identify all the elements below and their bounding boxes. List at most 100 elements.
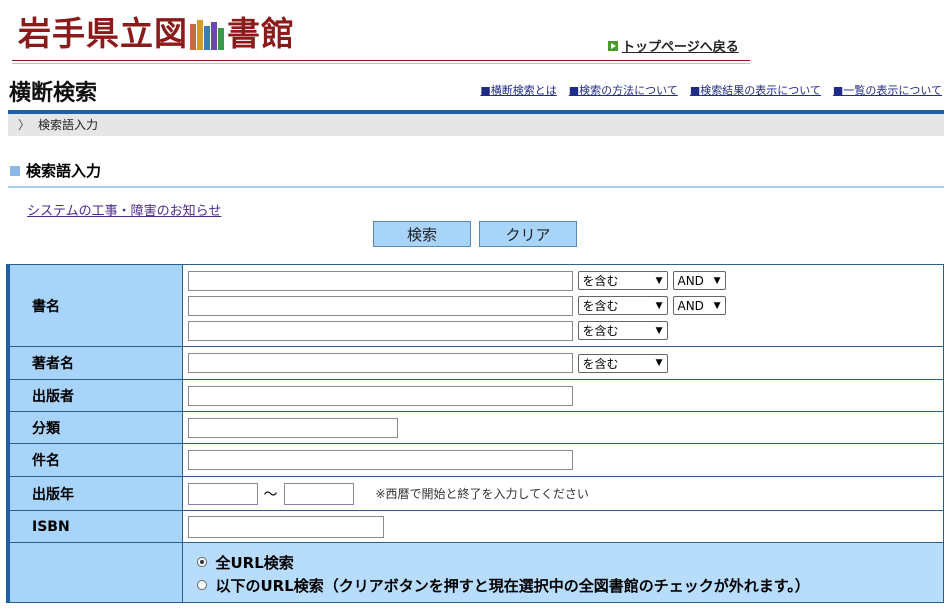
publisher-input[interactable] (187, 385, 573, 406)
title-op-select-1-value: AND (677, 273, 704, 288)
header-divider (12, 60, 750, 61)
title-line-3: を含む ▼ (187, 318, 944, 343)
title-op-select-1[interactable]: AND ▼ (672, 271, 726, 290)
top-page-link-label: トップページへ戻る (622, 40, 739, 55)
form-row-author: 著者名 を含む ▼ (6, 346, 944, 380)
help-links: ■横断検索とは ■検索の方法について ■検索結果の表示について ■一覧の表示につ… (480, 82, 942, 98)
page-title: 横断検索 (9, 81, 98, 106)
form-row-year: 出版年 〜 ※西暦で開始と終了を入力してください (6, 476, 944, 511)
maintenance-notice-link[interactable]: システムの工事・障害のお知らせ (27, 200, 221, 219)
year-hint: ※西暦で開始と終了を入力してください (375, 487, 589, 501)
link-search-method[interactable]: ■検索の方法について (569, 82, 678, 98)
square-bullet-icon: ■ (568, 84, 580, 97)
title-match-select-3-value: を含む (582, 324, 619, 338)
books-icon (190, 16, 225, 50)
breadcrumb: 〉検索語入力 (8, 114, 944, 136)
title-line-1: を含む ▼ AND ▼ (187, 268, 944, 293)
link-results-display-label: 検索結果の表示について (700, 84, 821, 97)
classification-fields (181, 411, 944, 444)
url-option-selected[interactable]: 以下のURL検索（クリアボタンを押すと現在選択中の全図書館のチェックが外れます。… (196, 574, 944, 597)
year-line: 〜 ※西暦で開始と終了を入力してください (187, 481, 944, 506)
square-bullet-icon: ■ (689, 84, 701, 97)
square-bullet-icon (10, 165, 20, 176)
title-input-2[interactable] (187, 295, 573, 316)
link-about-cross-search-label: 横断検索とは (490, 84, 557, 97)
logo-text-part1: 岩手 (18, 14, 86, 53)
form-row-publisher: 出版者 (6, 379, 944, 412)
breadcrumb-current: 検索語入力 (38, 118, 99, 132)
title-input-3[interactable] (187, 320, 573, 341)
publisher-fields (181, 379, 944, 412)
clear-button[interactable]: クリア (479, 221, 577, 247)
title-row: 横断検索 ■横断検索とは ■検索の方法について ■検索結果の表示について ■一覧… (0, 70, 946, 108)
author-fields: を含む ▼ (181, 346, 944, 380)
section-heading-label: 検索語入力 (26, 162, 102, 180)
subject-label: 件名 (6, 443, 183, 477)
title-fields: を含む ▼ AND ▼ を含む ▼ AND ▼ を含む ▼ (181, 264, 944, 347)
chevron-down-icon: ▼ (713, 300, 721, 311)
classification-input[interactable] (187, 417, 398, 438)
link-list-display-label: 一覧の表示について (843, 84, 942, 97)
year-range-tilde: 〜 (263, 486, 278, 503)
link-about-cross-search[interactable]: ■横断検索とは (480, 82, 556, 98)
arrow-right-icon (608, 40, 618, 51)
chevron-down-icon: ▼ (655, 275, 663, 286)
url-option-selected-label: 以下のURL検索（クリアボタンを押すと現在選択中の全図書館のチェックが外れます。… (215, 576, 810, 595)
search-form-table: 書名 を含む ▼ AND ▼ を含む ▼ AND ▼ を含む ▼ 著者名 を含む ▼ (6, 264, 944, 603)
classification-label: 分類 (6, 411, 183, 444)
publisher-label: 出版者 (6, 379, 183, 412)
author-line: を含む ▼ (187, 351, 944, 376)
form-row-title: 書名 を含む ▼ AND ▼ を含む ▼ AND ▼ を含む ▼ (6, 264, 944, 347)
logo-text-part2: 県立図 (86, 14, 188, 53)
chevron-right-icon: 〉 (18, 118, 31, 132)
chevron-down-icon: ▼ (655, 300, 663, 311)
author-label: 著者名 (6, 346, 183, 380)
year-from-input[interactable] (187, 482, 258, 505)
link-results-display[interactable]: ■検索結果の表示について (690, 82, 821, 98)
author-match-select[interactable]: を含む ▼ (577, 353, 668, 373)
title-match-select-3[interactable]: を含む ▼ (577, 321, 668, 340)
url-option-all-label: 全URL検索 (215, 553, 294, 572)
form-row-isbn: ISBN (6, 510, 944, 543)
link-list-display[interactable]: ■一覧の表示について (833, 82, 942, 98)
library-logo[interactable]: 岩手 県立図 書館 (18, 14, 295, 54)
logo-text-part3: 書館 (227, 14, 295, 53)
radio-unselected-icon[interactable] (196, 580, 207, 590)
title-input-1[interactable] (187, 270, 573, 291)
chevron-down-icon: ▼ (713, 275, 721, 286)
year-fields: 〜 ※西暦で開始と終了を入力してください (181, 476, 944, 511)
year-label: 出版年 (6, 476, 183, 511)
title-op-select-2-value: AND (677, 298, 704, 313)
author-match-select-value: を含む (582, 356, 619, 371)
isbn-input[interactable] (187, 515, 384, 538)
square-bullet-icon: ■ (480, 84, 491, 97)
form-row-classification: 分類 (6, 411, 944, 444)
title-match-select-2[interactable]: を含む ▼ (577, 296, 668, 315)
section-heading: 検索語入力 (10, 160, 101, 181)
form-row-subject: 件名 (6, 443, 944, 477)
site-header: 岩手 県立図 書館 トップページへ戻る (0, 0, 946, 66)
url-options: 全URL検索 以下のURL検索（クリアボタンを押すと現在選択中の全図書館のチェッ… (181, 542, 944, 603)
subject-input[interactable] (187, 450, 573, 470)
author-input[interactable] (187, 353, 573, 373)
url-label (6, 542, 183, 603)
chevron-down-icon: ▼ (655, 358, 663, 368)
chevron-down-icon: ▼ (655, 325, 663, 336)
top-page-link[interactable]: トップページへ戻る (608, 36, 739, 55)
title-label: 書名 (6, 264, 183, 347)
link-search-method-label: 検索の方法について (579, 84, 678, 97)
radio-selected-icon[interactable] (196, 557, 207, 567)
url-option-all[interactable]: 全URL検索 (196, 551, 944, 574)
section-divider (8, 186, 944, 188)
isbn-label: ISBN (6, 510, 183, 543)
header-divider-secondary (12, 63, 750, 64)
year-to-input[interactable] (283, 482, 354, 505)
isbn-fields (181, 510, 944, 543)
form-row-url: 全URL検索 以下のURL検索（クリアボタンを押すと現在選択中の全図書館のチェッ… (6, 542, 944, 603)
title-op-select-2[interactable]: AND ▼ (672, 296, 726, 315)
title-match-select-1[interactable]: を含む ▼ (577, 271, 668, 290)
title-line-2: を含む ▼ AND ▼ (187, 293, 944, 318)
subject-fields (181, 443, 944, 477)
search-button[interactable]: 検索 (373, 221, 471, 247)
title-match-select-1-value: を含む (582, 274, 619, 288)
